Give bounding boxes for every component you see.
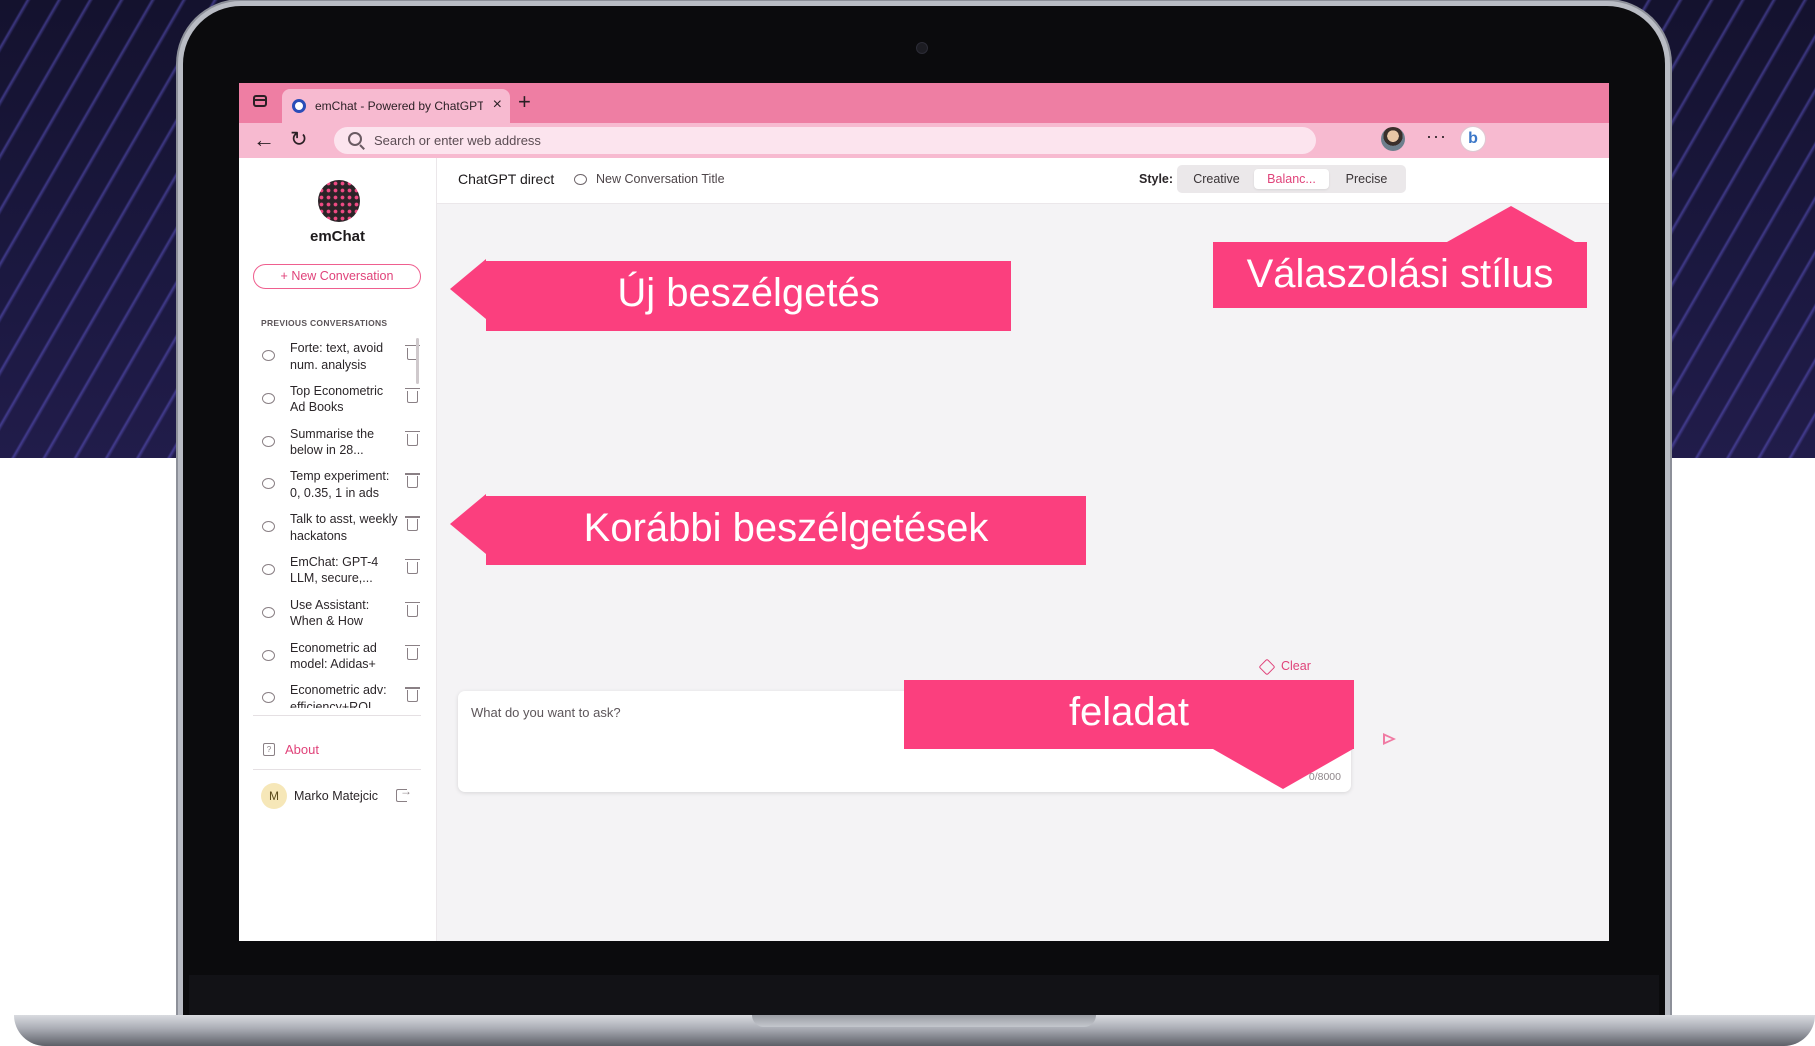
list-item[interactable]: Forte: text, avoid num. analysis	[251, 338, 421, 381]
chat-bubble-icon	[262, 521, 275, 533]
style-option-creative[interactable]: Creative	[1179, 169, 1254, 189]
help-icon: ?	[263, 743, 275, 756]
new-tab-button[interactable]: +	[518, 89, 531, 115]
callout-arrow	[1447, 206, 1575, 242]
chat-bubble-icon	[262, 606, 275, 618]
callout-text: Korábbi beszélgetések	[583, 506, 989, 550]
chat-bubble-icon	[262, 350, 275, 361]
callout-response-style: Válaszolási stílus	[1213, 242, 1587, 308]
chat-bubble-icon	[574, 174, 587, 185]
tab-bar: emChat - Powered by ChatGPT × +	[239, 83, 1609, 123]
list-item[interactable]: Talk to asst, weekly hackatons	[251, 509, 421, 552]
trash-icon[interactable]	[405, 473, 420, 489]
laptop-notch	[752, 1015, 1096, 1027]
address-bar[interactable]: Search or enter web address	[334, 127, 1316, 154]
send-icon[interactable]	[1383, 733, 1396, 745]
conversation-label: Summarise the below in 28...	[290, 426, 375, 458]
callout-text: feladat	[1068, 690, 1190, 734]
conversation-label: Use Assistant: When & How	[290, 597, 370, 629]
callout-task: feladat	[904, 680, 1354, 749]
bing-chat-icon[interactable]: b	[1460, 126, 1486, 152]
list-item[interactable]: EmChat: GPT-4 LLM, secure,...	[251, 552, 421, 595]
about-link[interactable]: About	[285, 742, 319, 757]
style-selector: Creative Balanc... Precise	[1177, 165, 1406, 193]
chat-bubble-icon	[262, 563, 275, 575]
trash-icon[interactable]	[405, 558, 420, 574]
address-placeholder: Search or enter web address	[374, 133, 541, 148]
list-item[interactable]: Use Assistant: When & How	[251, 595, 421, 638]
tab-close-icon[interactable]: ×	[493, 96, 502, 114]
tab-title: emChat - Powered by ChatGPT	[315, 99, 483, 113]
back-button[interactable]: ←	[253, 127, 275, 153]
brand-name: emChat	[309, 228, 365, 245]
list-item[interactable]: Econometric ad model: Adidas+	[251, 638, 421, 681]
list-item[interactable]: Econometric adv: efficiency+ROI	[251, 680, 421, 708]
chat-topbar: ChatGPT direct New Conversation Title St…	[437, 158, 1609, 204]
conversation-label: Talk to asst, weekly hackatons	[290, 512, 398, 543]
callout-text: Válaszolási stílus	[1246, 252, 1554, 296]
conversation-scrollbar[interactable]	[416, 338, 419, 384]
new-conversation-button[interactable]: + New Conversation	[253, 264, 421, 289]
chat-bubble-icon	[262, 392, 275, 404]
callout-arrow	[450, 259, 486, 319]
laptop-chin	[189, 975, 1659, 1015]
style-label: Style:	[1139, 172, 1174, 186]
list-item[interactable]: Summarise the below in 28...	[251, 424, 421, 467]
avatar: M	[261, 783, 287, 809]
conversation-label: Econometric adv: efficiency+ROI	[290, 683, 387, 708]
logout-icon[interactable]	[396, 784, 412, 802]
prompt-placeholder: What do you want to ask?	[471, 705, 621, 720]
profile-avatar[interactable]	[1381, 127, 1405, 151]
conversation-label: EmChat: GPT-4 LLM, secure,...	[290, 554, 379, 586]
user-name: Marko Matejcic	[294, 789, 379, 803]
callout-previous-conversations: Korábbi beszélgetések	[486, 496, 1086, 565]
reload-button[interactable]: ↻	[290, 127, 308, 152]
trash-icon[interactable]	[405, 687, 420, 703]
trash-icon[interactable]	[405, 601, 420, 617]
emchat-logo	[318, 180, 360, 222]
conversation-label: Forte: text, avoid num. analysis	[290, 341, 384, 372]
trash-icon[interactable]	[405, 644, 420, 660]
webcam	[916, 42, 928, 54]
eraser-icon[interactable]	[1258, 658, 1276, 676]
sidebar: emChat + New Conversation PREVIOUS CONVE…	[239, 158, 437, 941]
callout-arrow	[450, 494, 486, 554]
trash-icon[interactable]	[405, 430, 420, 446]
conversation-label: Econometric ad model: Adidas+	[290, 640, 377, 672]
search-icon	[348, 132, 362, 146]
previous-conversations-heading: PREVIOUS CONVERSATIONS	[261, 318, 388, 328]
list-item[interactable]: Temp experiment: 0, 0.35, 1 in ads	[251, 466, 421, 509]
divider	[253, 769, 421, 770]
trash-icon[interactable]	[405, 387, 420, 403]
divider	[253, 715, 421, 716]
more-options-icon[interactable]: ···	[1426, 126, 1447, 147]
tab-actions-icon[interactable]	[253, 95, 267, 107]
callout-new-conversation: Új beszélgetés	[486, 261, 1011, 331]
list-item[interactable]: Top Econometric Ad Books	[251, 381, 421, 424]
chat-mode-label: ChatGPT direct	[458, 171, 555, 187]
conversation-list: Forte: text, avoid num. analysis Top Eco…	[251, 338, 421, 708]
tab-emchat[interactable]: emChat - Powered by ChatGPT ×	[282, 89, 510, 123]
conversation-label: Top Econometric Ad Books	[290, 383, 384, 415]
chat-bubble-icon	[262, 435, 275, 447]
chat-bubble-icon	[262, 649, 275, 661]
conversation-label: Temp experiment: 0, 0.35, 1 in ads	[290, 469, 390, 500]
trash-icon[interactable]	[405, 516, 420, 532]
chat-bubble-icon	[262, 692, 275, 704]
callout-arrow	[1213, 749, 1353, 789]
address-toolbar: ← ↻ Search or enter web address ··· b	[239, 123, 1609, 158]
style-option-balanced[interactable]: Balanc...	[1254, 169, 1329, 189]
style-option-precise[interactable]: Precise	[1329, 169, 1404, 189]
emchat-favicon-icon	[292, 99, 306, 113]
conversation-title[interactable]: New Conversation Title	[596, 172, 725, 186]
chat-bubble-icon	[262, 478, 275, 490]
clear-button[interactable]: Clear	[1281, 659, 1311, 673]
callout-text: Új beszélgetés	[617, 271, 880, 315]
